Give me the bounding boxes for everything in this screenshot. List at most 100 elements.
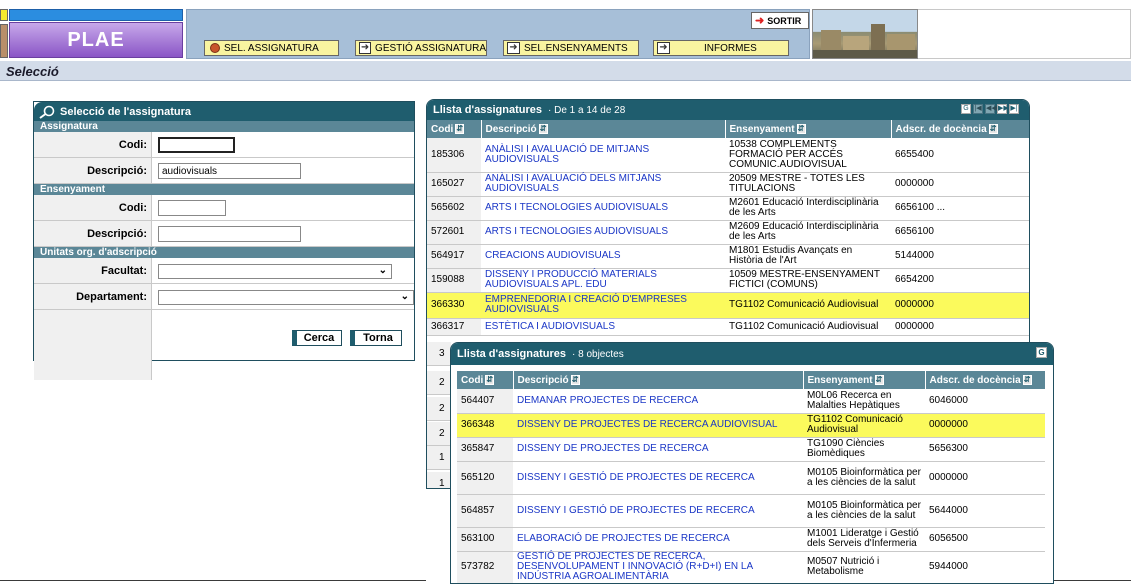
column-adscr[interactable]: Adscr. de docència ⇵ (925, 371, 1046, 389)
yellow-square (0, 9, 8, 21)
row-description-link[interactable]: ESTÈTICA I AUDIOVISUALS (481, 318, 725, 336)
departament-label: Departament: (34, 284, 152, 309)
exit-button[interactable]: ➜ SORTIR (751, 12, 809, 29)
subject-table: Codi ⇵ Descripció ⇵ Ensenyament ⇵ Adscr. de… (427, 120, 1029, 336)
sort-icon[interactable]: ⇵ (1022, 374, 1032, 385)
sort-icon[interactable]: ⇵ (874, 374, 884, 385)
menu-informes[interactable]: ➜ INFORMES (653, 40, 789, 56)
column-ensenyament[interactable]: Ensenyament ⇵ (803, 371, 926, 389)
table-row[interactable]: 366348 DISSENY DE PROJECTES DE RECERCA AU… (457, 413, 1045, 438)
table-row[interactable]: 564917 CREACIONS AUDIOVISUALS M1801 Estudi… (427, 244, 1029, 269)
table-row[interactable]: 366330 EMPRENEDORIA I CREACIÓ D'EMPRESES … (427, 292, 1029, 319)
search-button[interactable]: Cerca (292, 330, 342, 346)
row-code: 564857 (457, 494, 513, 528)
next-page-icon[interactable]: ▶▶ (997, 104, 1009, 114)
arrow-right-icon: ➜ (657, 42, 670, 54)
row-ensenyament: TG1102 Comunicació Audiovisual (803, 413, 925, 438)
descripcio-input[interactable] (158, 163, 301, 179)
back-button[interactable]: Torna (350, 330, 402, 346)
sort-icon[interactable]: ⇵ (485, 374, 495, 385)
row-description-link[interactable]: ANÀLISI I AVALUACIÓ DE MITJANS AUDIOVISU… (481, 138, 725, 173)
sort-icon[interactable]: ⇵ (796, 123, 806, 134)
row-ensenyament: M0L06 Recerca en Malalties Hepàtiques (803, 389, 925, 414)
table-row[interactable]: 573782 GESTIÓ DE PROJECTES DE RECERCA, DE… (457, 551, 1045, 583)
row-ensenyament: M0105 Bioinformàtica per a les ciències … (803, 461, 925, 495)
menu-label: GESTIÓ ASSIGNATURA (375, 42, 486, 54)
menu-label: SEL.ENSENYAMENTS (524, 42, 628, 54)
footer-line (1054, 580, 1131, 581)
table-row[interactable]: 165027 ANÀLISI I AVALUACIÓ DELS MITJANS A… (427, 172, 1029, 197)
menu-label: INFORMES (704, 42, 757, 54)
menu-sel-assignatura[interactable]: SEL. ASSIGNATURA (204, 40, 339, 56)
table-header-row: Codi ⇵ Descripció ⇵ Ensenyament ⇵ Adscr. de… (457, 371, 1046, 389)
refresh-icon[interactable]: G (961, 104, 971, 114)
row-description-link[interactable]: EMPRENEDORIA I CREACIÓ D'EMPRESES AUDIOV… (481, 292, 725, 319)
app-logo[interactable]: PLAE (9, 22, 183, 58)
column-descripcio[interactable]: Descripció ⇵ (513, 371, 804, 389)
subject-list-popup: Llista d'assignatures · 8 objectes G Cod… (450, 342, 1054, 584)
sort-icon[interactable]: ⇵ (538, 123, 548, 134)
departament-select[interactable]: ⌄ (158, 290, 414, 305)
row-code: 565602 (427, 196, 481, 221)
popup-count: · 8 objectes (572, 348, 624, 360)
subject-list-count: · De 1 a 14 de 28 (548, 104, 626, 116)
row-description-link[interactable]: DISSENY I PRODUCCIÓ MATERIALS AUDIOVISUA… (481, 268, 725, 293)
row-description-link[interactable]: DISSENY I GESTIÓ DE PROJECTES DE RECERCA (513, 494, 803, 528)
row-ensenyament: 10538 COMPLEMENTS FORMACIÓ PER ACCÉS COM… (725, 138, 891, 173)
facultat-label: Facultat: (34, 258, 152, 283)
row-adscr: 6656100 ... (891, 196, 1029, 221)
facultat-select[interactable]: ⌄ (158, 264, 392, 279)
sort-icon[interactable]: ⇵ (455, 123, 465, 134)
column-codi[interactable]: Codi ⇵ (427, 120, 482, 138)
popup-header: Llista d'assignatures · 8 objectes G (451, 343, 1053, 365)
column-descripcio[interactable]: Descripció ⇵ (481, 120, 726, 138)
row-description-link[interactable]: ANÀLISI I AVALUACIÓ DELS MITJANS AUDIOVI… (481, 172, 725, 197)
row-description-link[interactable]: ARTS I TECNOLOGIES AUDIOVISUALS (481, 220, 725, 245)
selection-form-title: Selecció de l'assignatura (60, 105, 192, 118)
sort-icon[interactable]: ⇵ (570, 374, 580, 385)
table-row[interactable]: 564857 DISSENY I GESTIÓ DE PROJECTES DE R… (457, 494, 1045, 528)
sort-icon[interactable]: ⇵ (988, 123, 998, 134)
table-row[interactable]: 565120 DISSENY I GESTIÓ DE PROJECTES DE R… (457, 461, 1045, 495)
table-row[interactable]: 572601 ARTS I TECNOLOGIES AUDIOVISUALS M26… (427, 220, 1029, 245)
row-adscr: 0000000 (925, 413, 1045, 438)
table-row[interactable]: 159088 DISSENY I PRODUCCIÓ MATERIALS AUDI… (427, 268, 1029, 293)
codi-label: Codi: (34, 132, 152, 157)
table-row[interactable]: 564407 DEMANAR PROJECTES DE RECERCA M0L06 … (457, 389, 1045, 414)
table-row[interactable]: 185306 ANÀLISI I AVALUACIÓ DE MITJANS AUD… (427, 138, 1029, 173)
row-ensenyament: TG1102 Comunicació Audiovisual (725, 292, 891, 319)
row-description-link[interactable]: DISSENY I GESTIÓ DE PROJECTES DE RECERCA (513, 461, 803, 495)
selection-form-header: Selecció de l'assignatura (34, 102, 414, 121)
column-ensenyament[interactable]: Ensenyament ⇵ (725, 120, 892, 138)
row-description-link[interactable]: DISSENY DE PROJECTES DE RECERCA AUDIOVIS… (513, 413, 803, 438)
ens-descripcio-row: Descripció: (34, 221, 414, 247)
row-description-link[interactable]: DISSENY DE PROJECTES DE RECERCA (513, 437, 803, 462)
row-ensenyament: TG1090 Ciències Biomèdiques (803, 437, 925, 462)
refresh-icon[interactable]: G (1036, 347, 1047, 358)
row-description-link[interactable]: DEMANAR PROJECTES DE RECERCA (513, 389, 803, 414)
last-page-icon[interactable]: ▶| (1009, 104, 1019, 114)
ens-codi-input[interactable] (158, 200, 226, 216)
codi-input[interactable] (158, 137, 235, 153)
column-codi[interactable]: Codi ⇵ (457, 371, 514, 389)
ens-descripcio-input[interactable] (158, 226, 301, 242)
row-ensenyament: M0105 Bioinformàtica per a les ciències … (803, 494, 925, 528)
table-row[interactable]: 565602 ARTS I TECNOLOGIES AUDIOVISUALS M26… (427, 196, 1029, 221)
ens-codi-row: Codi: (34, 195, 414, 221)
table-row[interactable]: 366317 ESTÈTICA I AUDIOVISUALS TG1102 Comu… (427, 318, 1029, 336)
pagination-controls: G |◀ ◀◀ ▶▶ ▶| (961, 104, 1019, 114)
row-description-link[interactable]: GESTIÓ DE PROJECTES DE RECERCA, DESENVOL… (513, 551, 803, 583)
menu-sel-ensenyaments[interactable]: ➜ SEL.ENSENYAMENTS (503, 40, 639, 56)
campus-photo (812, 9, 918, 59)
row-code: 366348 (457, 413, 513, 438)
row-description-link[interactable]: ARTS I TECNOLOGIES AUDIOVISUALS (481, 196, 725, 221)
popup-table: Codi ⇵ Descripció ⇵ Ensenyament ⇵ Adscr. de… (457, 371, 1046, 583)
brown-square (0, 24, 8, 58)
button-row-spacer (34, 310, 152, 380)
table-row[interactable]: 365847 DISSENY DE PROJECTES DE RECERCA TG1… (457, 437, 1045, 462)
row-description-link[interactable]: ELABORACIÓ DE PROJECTES DE RECERCA (513, 527, 803, 552)
table-row[interactable]: 563100 ELABORACIÓ DE PROJECTES DE RECERCA… (457, 527, 1045, 552)
menu-gestio-assignatura[interactable]: ➜ GESTIÓ ASSIGNATURA (355, 40, 487, 56)
column-adscr[interactable]: Adscr. de docència ⇵ (891, 120, 1029, 138)
row-description-link[interactable]: CREACIONS AUDIOVISUALS (481, 244, 725, 269)
